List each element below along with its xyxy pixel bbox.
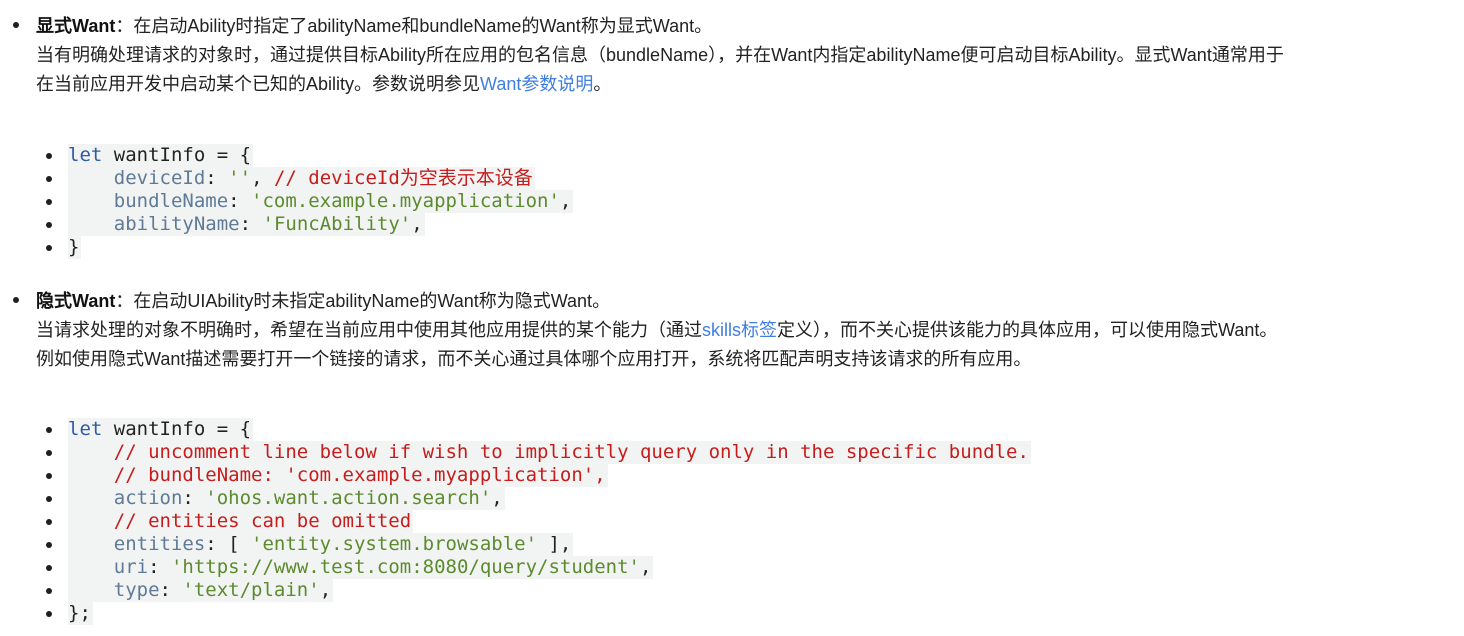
code-text: // bundleName: 'com.example.myapplicatio… [68,464,608,487]
code-token: wantInfo = { [102,144,252,166]
bullet-implicit [13,297,19,303]
implicit-line-3: 例如使用隐式Want描述需要打开一个链接的请求，而不关心通过具体哪个应用打开，系… [36,349,1032,369]
code-text: // entities can be omitted [68,510,414,533]
explicit-line-3-text: 在当前应用开发中启动某个已知的Ability。参数说明参见 [36,74,481,94]
explicit-line-3-end: 。 [593,74,612,94]
code-token: ], [537,533,572,555]
implicit-term: 隐式Want [36,291,116,311]
implicit-line-2-end: 定义），而不关心提供该能力的具体应用，可以使用隐式Want。 [777,320,1278,340]
code-token: // bundleName: 'com.example.myapplicatio… [113,464,606,486]
want-params-link[interactable]: Want参数说明 [480,74,593,94]
code-token: : [159,579,183,601]
code-token: 'ohos.want.action.search' [205,487,492,509]
code-token: uri [113,556,149,578]
code-text: // uncomment line below if wish to impli… [68,441,1031,464]
explicit-line-2: 当有明确处理请求的对象时，通过提供目标Ability所在应用的包名信息（bund… [36,45,1284,65]
code-token: , [491,487,503,509]
code-token: : [182,487,206,509]
code-token: : [148,556,171,578]
code-token: 'entity.system.browsable' [251,533,538,555]
code-token: 'text/plain' [182,579,320,601]
explicit-line-1-text: ：在启动Ability时指定了abilityName和bundleName的Wa… [115,16,713,36]
code-text: let wantInfo = { [68,418,254,441]
code-text: } [68,236,82,259]
code-token: : [ [205,533,252,555]
code-token: type [113,579,160,601]
code-token: entities [113,533,206,555]
code-token: 'FuncAbility' [262,213,412,235]
code-token: 'com.example.myapplication' [251,190,560,212]
implicit-line-1-text: ：在启动UIAbility时未指定abilityName的Want称为隐式Wan… [115,291,611,311]
implicit-line-2-text: 当请求处理的对象不明确时，希望在当前应用中使用其他应用提供的某个能力（通过 [36,320,702,340]
code-token: , [411,213,423,235]
code-text: deviceId: '', // deviceId为空表示本设备 [68,167,535,190]
code-token: : [205,167,229,189]
implicit-line-2: 当请求处理的对象不明确时，希望在当前应用中使用其他应用提供的某个能力（通过ski… [36,316,1277,344]
code-token: } [68,236,80,258]
code-text: uri: 'https://www.test.com:8080/query/st… [68,556,654,579]
explicit-term: 显式Want [36,16,116,36]
code-token: // uncomment line below if wish to impli… [113,441,1029,463]
code-text: abilityName: 'FuncAbility', [68,213,425,236]
code-token: // entities can be omitted [113,510,412,532]
code-token: , [639,556,652,578]
code-text: entities: [ 'entity.system.browsable' ], [68,533,574,556]
code-token: }; [68,602,91,624]
code-token: // deviceId为空表示本设备 [273,167,533,189]
explicit-line-1: 显式Want：在启动Ability时指定了abilityName和bundleN… [36,12,712,40]
code-token: let [68,144,103,166]
code-token: , [319,579,332,601]
implicit-line-1: 隐式Want：在启动UIAbility时未指定abilityName的Want称… [36,287,610,315]
code-text: type: 'text/plain', [68,579,334,602]
code-text: let wantInfo = { [68,144,254,167]
bullet-explicit [13,22,19,28]
code-token: , [251,167,274,189]
skills-tag-link[interactable]: skills标签 [702,320,777,340]
code-token: abilityName [113,213,240,235]
code-text: }; [68,602,93,625]
code-token: : [228,190,252,212]
code-token: bundleName [113,190,229,212]
code-token: , [559,190,572,212]
code-token: action [113,487,183,509]
code-token: let [68,418,103,440]
code-token: wantInfo = { [102,418,252,440]
code-token: 'https://www.test.com:8080/query/student… [170,556,640,578]
code-text: bundleName: 'com.example.myapplication', [68,190,574,213]
code-token: : [239,213,263,235]
explicit-line-3: 在当前应用开发中启动某个已知的Ability。参数说明参见Want参数说明。 [36,70,611,98]
code-token: '' [228,167,252,189]
code-text: action: 'ohos.want.action.search', [68,487,505,510]
code-token: deviceId [113,167,206,189]
